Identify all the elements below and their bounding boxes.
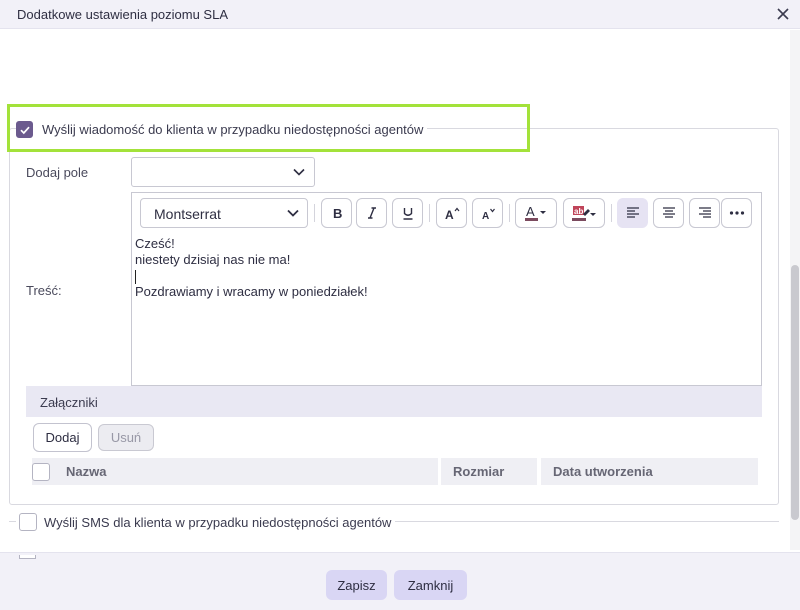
partial-checkbox[interactable] — [19, 555, 36, 559]
select-all-checkbox[interactable] — [32, 462, 50, 481]
editor-line: Cześć! — [135, 236, 175, 251]
bold-icon: B — [333, 206, 342, 220]
align-left-icon — [626, 207, 639, 218]
dialog-title: Dodatkowe ustawienia poziomu SLA — [17, 7, 229, 22]
decrease-font-icon: A — [482, 208, 495, 220]
sms-toggle-label: Wyślij SMS dla klienta w przypadku niedo… — [44, 514, 392, 530]
editor-line: niestety dzisiaj nas nie ma! — [135, 252, 291, 267]
toolbar-separator — [509, 204, 510, 222]
align-right-icon — [698, 207, 711, 218]
content-label: Treść: — [26, 283, 62, 298]
svg-text:ab: ab — [574, 207, 583, 216]
add-attachment-button[interactable]: Dodaj — [33, 423, 92, 452]
column-date: Data utworzenia — [553, 464, 653, 479]
italic-icon — [367, 207, 376, 219]
message-toggle[interactable]: Wyślij wiadomość do klienta w przypadku … — [16, 119, 428, 139]
check-icon — [20, 126, 30, 134]
text-color-icon: A — [525, 204, 546, 221]
attachments-title: Załączniki — [40, 395, 98, 410]
message-checkbox[interactable] — [16, 120, 33, 138]
align-center-icon — [662, 207, 675, 218]
remove-attachment-button[interactable]: Usuń — [98, 424, 154, 451]
increase-font-button[interactable]: A — [436, 198, 467, 228]
align-right-button[interactable] — [689, 198, 720, 228]
text-caret — [135, 269, 136, 284]
decrease-font-button[interactable]: A — [472, 198, 503, 228]
chevron-down-icon — [293, 168, 305, 176]
column-name: Nazwa — [66, 464, 107, 479]
column-size: Rozmiar — [453, 464, 505, 479]
toolbar-separator — [314, 204, 315, 222]
svg-text:A: A — [445, 208, 454, 220]
add-field-select[interactable] — [131, 157, 315, 187]
svg-text:A: A — [482, 211, 489, 220]
toolbar-separator — [611, 204, 612, 222]
italic-button[interactable] — [356, 198, 387, 228]
highlight-color-button[interactable]: ab — [563, 198, 605, 228]
increase-font-icon: A — [445, 207, 459, 220]
editor-toolbar: Montserrat B A A A ab — [132, 193, 761, 235]
font-select[interactable]: Montserrat — [140, 198, 308, 228]
dialog-titlebar: Dodatkowe ustawienia poziomu SLA — [0, 0, 800, 29]
sms-checkbox[interactable] — [19, 513, 37, 531]
add-field-label: Dodaj pole — [26, 165, 89, 180]
underline-icon — [403, 208, 412, 220]
attachments-header: Załączniki — [26, 386, 762, 417]
attachments-table-header-size[interactable]: Rozmiar — [441, 458, 537, 485]
chevron-down-icon — [287, 209, 299, 217]
svg-text:B: B — [333, 206, 342, 220]
editor-content[interactable]: Cześć! niestety dzisiaj nas nie ma! Pozd… — [135, 236, 368, 300]
save-button[interactable]: Zapisz — [326, 570, 387, 600]
editor-line: Pozdrawiamy i wracamy w poniedziałek! — [135, 284, 368, 299]
align-center-button[interactable] — [653, 198, 684, 228]
svg-text:A: A — [526, 204, 535, 219]
more-icon — [729, 211, 744, 215]
more-button[interactable] — [721, 198, 752, 228]
bold-button[interactable]: B — [321, 198, 352, 228]
underline-button[interactable] — [392, 198, 423, 228]
attachments-table-header-date[interactable]: Data utworzenia — [541, 458, 758, 485]
message-toggle-label: Wyślij wiadomość do klienta w przypadku … — [42, 121, 424, 137]
highlight-color-icon: ab — [572, 206, 596, 221]
font-select-value: Montserrat — [154, 206, 221, 222]
close-icon[interactable] — [774, 5, 792, 23]
text-color-button[interactable]: A — [515, 198, 557, 228]
toolbar-separator — [429, 204, 430, 222]
editor-line-with-caret — [135, 268, 368, 284]
dialog-footer: Zapisz Zamknij — [0, 552, 800, 610]
align-left-button[interactable] — [617, 198, 648, 228]
scrollbar-thumb[interactable] — [791, 265, 799, 520]
attachments-table-header-name[interactable]: Nazwa — [32, 458, 438, 485]
close-button[interactable]: Zamknij — [394, 570, 467, 600]
rich-text-editor[interactable]: Montserrat B A A A ab Cześć! niestety dz… — [131, 192, 762, 386]
sms-toggle[interactable]: Wyślij SMS dla klienta w przypadku niedo… — [16, 512, 396, 532]
